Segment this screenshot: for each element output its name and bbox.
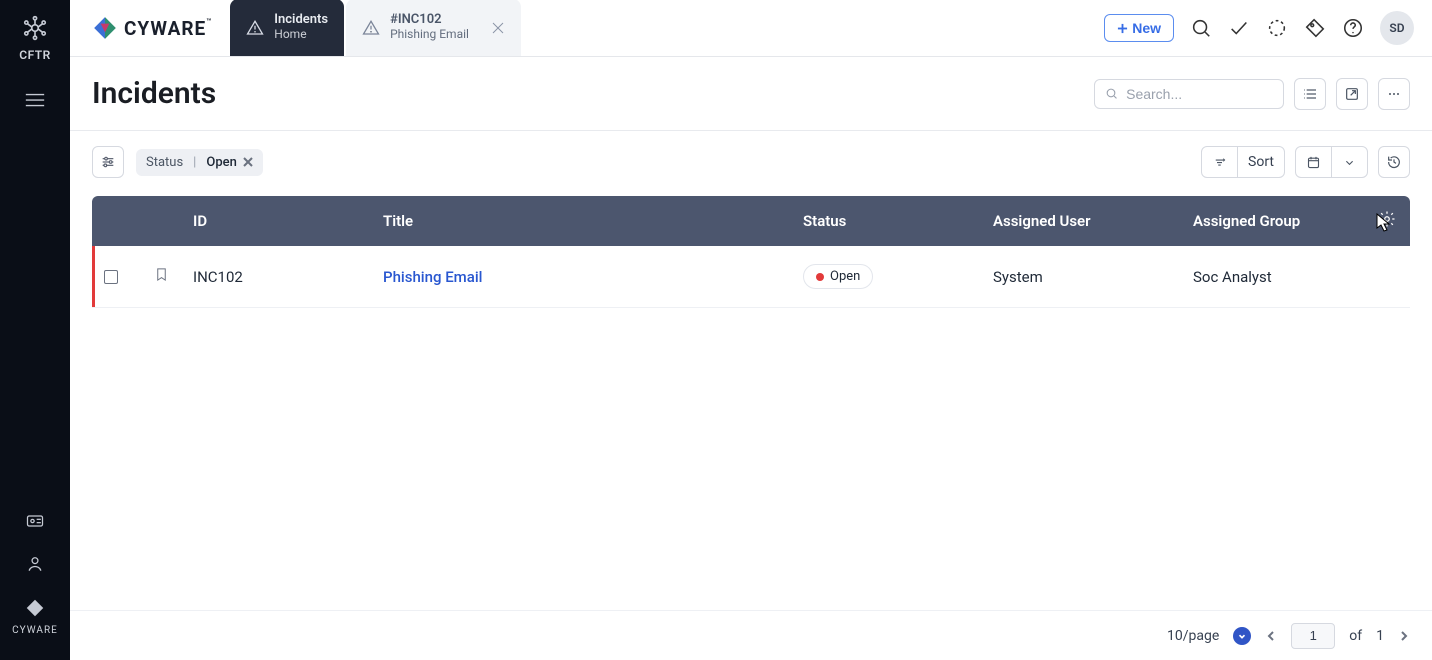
col-check [92, 196, 142, 246]
cell-assigned-user: System [981, 246, 1181, 308]
checkmark-icon[interactable] [1228, 17, 1250, 39]
cell-title-link[interactable]: Phishing Email [383, 268, 482, 286]
col-settings[interactable] [1366, 196, 1410, 246]
tab-line2: Phishing Email [390, 28, 469, 42]
sort-button[interactable]: Sort [1237, 147, 1284, 177]
main-content: CYWARE™ Incidents Home #INC102 Phishing … [70, 0, 1432, 660]
col-header-status[interactable]: Status [791, 196, 981, 246]
tab-line2: Home [274, 28, 328, 42]
tab-incidents-home[interactable]: Incidents Home [230, 0, 344, 56]
brand-logo-icon [92, 15, 118, 41]
search-icon[interactable] [1190, 17, 1212, 39]
tag-icon[interactable] [1304, 17, 1326, 39]
per-page-dropdown[interactable] [1233, 627, 1251, 645]
row-checkbox[interactable] [104, 270, 118, 284]
export-button[interactable] [1336, 78, 1368, 110]
filterbar: Status | Open Sort [70, 131, 1432, 196]
calendar-button[interactable] [1296, 147, 1331, 177]
pagination-footer: 10/page of 1 [70, 610, 1432, 660]
gear-icon[interactable] [1378, 210, 1396, 228]
app-label: CFTR [19, 48, 51, 62]
sliders-icon [100, 154, 116, 170]
table-wrap: ID Title Status Assigned User Assigned G… [70, 196, 1432, 610]
table-row[interactable]: INC102 Phishing Email Open System Soc An… [92, 246, 1410, 308]
date-dropdown-button[interactable] [1331, 147, 1367, 177]
card-id-icon[interactable] [25, 511, 45, 534]
cell-assigned-group: Soc Analyst [1181, 246, 1366, 308]
col-header-assigned-group[interactable]: Assigned Group [1181, 196, 1366, 246]
help-icon[interactable] [1342, 17, 1364, 39]
titlebar: Incidents [70, 57, 1432, 131]
sort-direction-button[interactable] [1202, 147, 1237, 177]
history-button[interactable] [1378, 146, 1410, 178]
col-header-assigned-user[interactable]: Assigned User [981, 196, 1181, 246]
new-button[interactable]: New [1104, 14, 1174, 42]
date-group [1295, 146, 1368, 178]
warning-icon [362, 19, 380, 37]
refresh-dashed-icon[interactable] [1266, 17, 1288, 39]
status-pill: Open [803, 264, 873, 289]
sort-group: Sort [1201, 146, 1285, 178]
header: CYWARE™ Incidents Home #INC102 Phishing … [70, 0, 1432, 57]
warning-icon [246, 19, 264, 37]
more-menu-button[interactable] [1378, 78, 1410, 110]
brand-logo[interactable]: CYWARE™ [70, 0, 230, 56]
bottom-brand-label: CYWARE [12, 625, 58, 636]
bottom-brand-icon: CYWARE [12, 597, 58, 636]
search-input[interactable] [1126, 86, 1273, 102]
chip-label: Status [146, 155, 183, 170]
tab-line1: Incidents [274, 13, 328, 28]
chip-value: Open [206, 155, 236, 170]
of-label: of [1349, 628, 1362, 644]
col-mark [142, 196, 181, 246]
col-header-id[interactable]: ID [181, 196, 371, 246]
status-dot [816, 273, 824, 281]
left-sidebar: CFTR CYWARE [0, 0, 70, 660]
page-input[interactable] [1291, 623, 1335, 649]
close-icon[interactable] [491, 21, 505, 35]
search-icon [1105, 86, 1118, 101]
plus-icon [1117, 23, 1128, 34]
tab-line1: #INC102 [390, 13, 469, 28]
hamburger-menu-icon[interactable] [24, 92, 46, 108]
col-header-title[interactable]: Title [371, 196, 791, 246]
page-title: Incidents [92, 76, 216, 111]
new-button-label: New [1132, 20, 1161, 36]
per-page-label[interactable]: 10/page [1167, 628, 1219, 644]
close-icon[interactable] [243, 157, 253, 167]
app-logo-icon [21, 14, 49, 42]
chip-divider: | [193, 155, 196, 170]
list-view-button[interactable] [1294, 78, 1326, 110]
incidents-table: ID Title Status Assigned User Assigned G… [92, 196, 1410, 308]
header-actions: New SD [1104, 0, 1432, 56]
tab-incident-inc102[interactable]: #INC102 Phishing Email [346, 0, 521, 56]
filter-chip-status[interactable]: Status | Open [136, 149, 263, 176]
search-input-wrapper[interactable] [1094, 79, 1284, 109]
bookmark-icon[interactable] [154, 266, 169, 283]
severity-bar [92, 246, 95, 307]
total-pages: 1 [1376, 628, 1384, 644]
brand-name: CYWARE™ [124, 17, 212, 40]
cell-id: INC102 [181, 246, 371, 308]
prev-page-button[interactable] [1265, 630, 1277, 642]
user-icon[interactable] [25, 554, 45, 577]
next-page-button[interactable] [1398, 630, 1410, 642]
status-label: Open [830, 269, 860, 284]
filter-button[interactable] [92, 146, 124, 178]
avatar[interactable]: SD [1380, 11, 1414, 45]
tabs: Incidents Home #INC102 Phishing Email [230, 0, 521, 56]
